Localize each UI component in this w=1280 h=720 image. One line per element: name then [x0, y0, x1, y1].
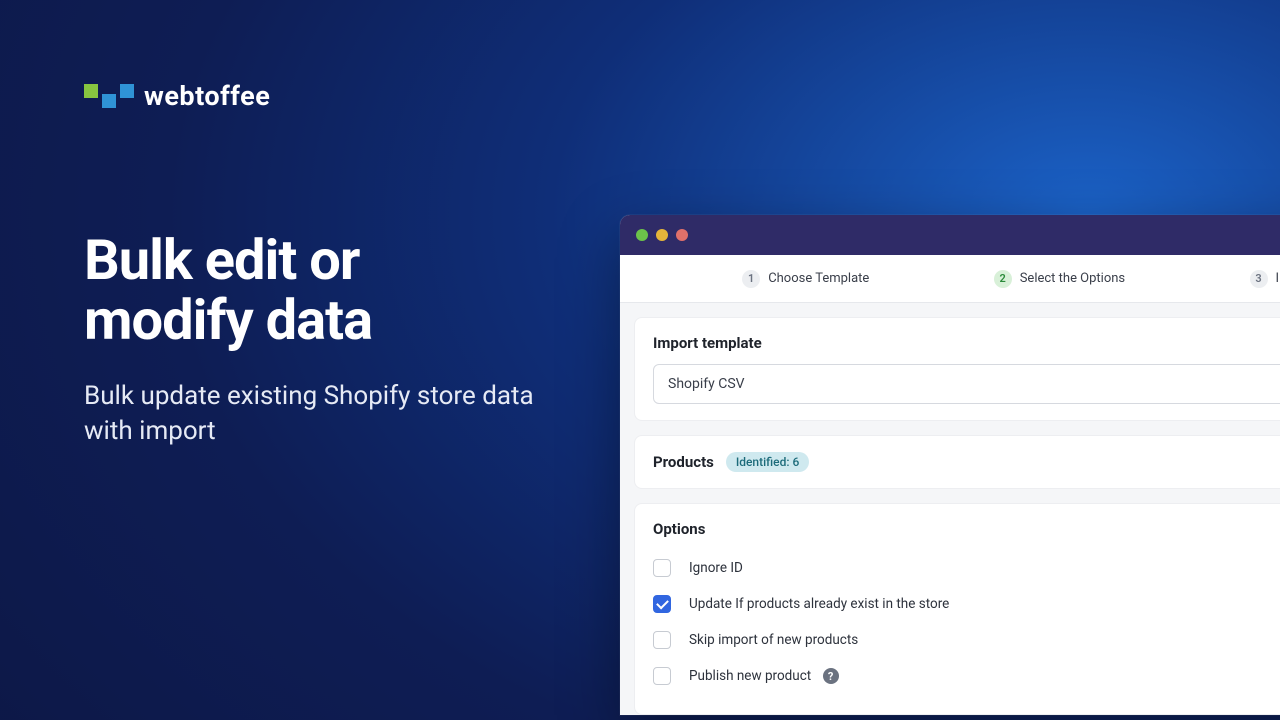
- traffic-light-zoom-icon[interactable]: [676, 229, 688, 241]
- hero-title-line2: modify data: [84, 287, 372, 353]
- wizard-stepper: 1 Choose Template 2 Select the Options 3…: [620, 255, 1280, 303]
- option-label: Ignore ID: [689, 560, 743, 576]
- step-number: 2: [994, 270, 1012, 288]
- checkbox-icon[interactable]: [653, 667, 671, 685]
- traffic-light-minimize-icon[interactable]: [656, 229, 668, 241]
- step-label: Select the Options: [1020, 271, 1125, 286]
- checkbox-icon[interactable]: [653, 559, 671, 577]
- logo-square-1: [84, 84, 98, 98]
- brand-logo-mark: [84, 84, 134, 108]
- option-label: Update If products already exist in the …: [689, 596, 949, 612]
- option-skip-new[interactable]: Skip import of new products: [653, 622, 1280, 658]
- step-import[interactable]: 3 Imp: [1250, 270, 1280, 288]
- option-ignore-id[interactable]: Ignore ID: [653, 550, 1280, 586]
- step-label: Imp: [1276, 271, 1280, 286]
- step-number: 3: [1250, 270, 1268, 288]
- brand-name: webtoffee: [144, 80, 270, 112]
- hero: Bulk edit or modify data Bulk update exi…: [84, 230, 564, 449]
- option-publish-new[interactable]: Publish new product ?: [653, 658, 1280, 694]
- checkbox-checked-icon[interactable]: [653, 595, 671, 613]
- option-update-existing[interactable]: Update If products already exist in the …: [653, 586, 1280, 622]
- option-label: Publish new product ?: [689, 668, 839, 685]
- checkbox-icon[interactable]: [653, 631, 671, 649]
- products-card: Products Identified: 6: [634, 435, 1280, 489]
- app-window: 1 Choose Template 2 Select the Options 3…: [620, 215, 1280, 715]
- help-icon[interactable]: ?: [823, 668, 839, 684]
- window-titlebar: [620, 215, 1280, 255]
- hero-title: Bulk edit or modify data: [84, 230, 564, 351]
- step-label: Choose Template: [768, 271, 869, 286]
- hero-subtitle: Bulk update existing Shopify store data …: [84, 379, 564, 449]
- import-template-title: Import template: [653, 334, 1280, 352]
- select-value: Shopify CSV: [668, 376, 745, 392]
- products-identified-badge: Identified: 6: [726, 452, 810, 472]
- traffic-light-close-icon[interactable]: [636, 229, 648, 241]
- logo-square-3: [120, 84, 134, 98]
- logo-square-2: [102, 94, 116, 108]
- options-card: Options Ignore ID Update If products alr…: [634, 503, 1280, 715]
- option-label: Skip import of new products: [689, 632, 858, 648]
- hero-title-line1: Bulk edit or: [84, 227, 359, 293]
- import-template-select[interactable]: Shopify CSV: [653, 364, 1280, 404]
- options-title: Options: [653, 520, 1280, 538]
- step-number: 1: [742, 270, 760, 288]
- step-choose-template[interactable]: 1 Choose Template: [742, 270, 869, 288]
- import-template-card: Import template Shopify CSV: [634, 317, 1280, 421]
- step-select-options[interactable]: 2 Select the Options: [994, 270, 1125, 288]
- option-label-text: Publish new product: [689, 668, 811, 684]
- brand-logo: webtoffee: [84, 80, 270, 112]
- products-title: Products: [653, 453, 714, 471]
